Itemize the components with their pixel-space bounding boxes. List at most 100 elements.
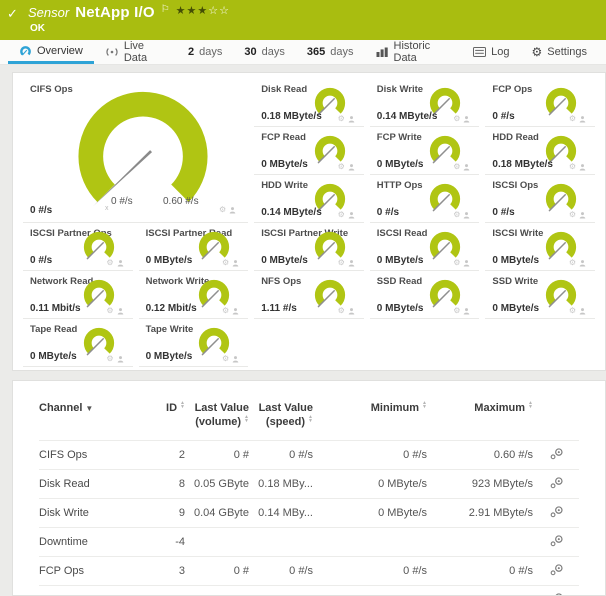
tab-bar: Overview Live Data 2 days 30 days 365 da…: [0, 40, 606, 65]
gauge-settings-icon[interactable]: ⚙: [222, 259, 229, 267]
channel-settings-icon[interactable]: [549, 505, 564, 518]
gauge-settings-icon[interactable]: ⚙: [222, 355, 229, 363]
tab-365-days[interactable]: 365 days: [296, 40, 365, 64]
person-icon[interactable]: [463, 163, 470, 171]
flag-icon[interactable]: ⚐: [161, 4, 170, 15]
gauge-settings-icon[interactable]: ⚙: [106, 259, 113, 267]
person-icon[interactable]: [463, 259, 470, 267]
channel-settings-icon[interactable]: [549, 563, 564, 576]
person-icon[interactable]: [579, 163, 586, 171]
gauge-tape-read[interactable]: Tape Read0 MByte/s⚙: [23, 319, 133, 367]
gauge-disk-write[interactable]: Disk Write0.14 MByte/s⚙: [370, 79, 480, 127]
gauge-settings-icon[interactable]: ⚙: [453, 307, 460, 315]
gauge-network-write[interactable]: Network Write0.12 Mbit/s⚙: [139, 271, 249, 319]
channel-name[interactable]: Disk Write: [39, 498, 157, 527]
person-icon[interactable]: [579, 211, 586, 219]
gauge-settings-icon[interactable]: ⚙: [338, 259, 345, 267]
gauge-settings-icon[interactable]: ⚙: [569, 259, 576, 267]
tab-log[interactable]: Log: [462, 40, 520, 64]
gauge-settings-icon[interactable]: ⚙: [453, 259, 460, 267]
gauge-settings-icon[interactable]: ⚙: [219, 206, 226, 214]
channel-settings-icon[interactable]: [549, 447, 564, 460]
person-icon[interactable]: [348, 211, 355, 219]
person-icon[interactable]: [232, 307, 239, 315]
col-header-last-value-speed[interactable]: Last Value (speed)▲▼: [249, 397, 313, 440]
gauge-iscsi-ops[interactable]: ISCSI Ops0 #/s⚙: [485, 175, 595, 223]
gauge-iscsi-write[interactable]: ISCSI Write0 MByte/s⚙: [485, 223, 595, 271]
gauge-settings-icon[interactable]: ⚙: [569, 163, 576, 171]
gauge-iscsi-partner-ops[interactable]: ISCSI Partner Ops0 #/s⚙: [23, 223, 133, 271]
gauge-fcp-read[interactable]: FCP Read0 MByte/s⚙: [254, 127, 364, 175]
gauge-hdd-read[interactable]: HDD Read0.18 MByte/s⚙: [485, 127, 595, 175]
person-icon[interactable]: [463, 115, 470, 123]
gauge-nfs-ops[interactable]: NFS Ops1.11 #/s⚙: [254, 271, 364, 319]
tab-live-data[interactable]: Live Data: [94, 40, 177, 64]
gauge-iscsi-partner-read[interactable]: ISCSI Partner Read0 MByte/s⚙: [139, 223, 249, 271]
gauge-iscsi-read[interactable]: ISCSI Read0 MByte/s⚙: [370, 223, 480, 271]
gauge-fcp-write[interactable]: FCP Write0 MByte/s⚙: [370, 127, 480, 175]
gauge-disk-read[interactable]: Disk Read0.18 MByte/s⚙: [254, 79, 364, 127]
person-icon[interactable]: [117, 355, 124, 363]
person-icon[interactable]: [229, 206, 236, 214]
person-icon[interactable]: [117, 307, 124, 315]
gauge-iscsi-partner-write[interactable]: ISCSI Partner Write0 MByte/s⚙: [254, 223, 364, 271]
channel-settings-icon[interactable]: [549, 534, 564, 547]
tab-label-number: 2: [188, 46, 194, 58]
person-icon[interactable]: [348, 115, 355, 123]
gauge-settings-icon[interactable]: ⚙: [338, 307, 345, 315]
person-icon[interactable]: [348, 307, 355, 315]
person-icon[interactable]: [117, 259, 124, 267]
channel-name[interactable]: FCP Ops: [39, 556, 157, 585]
gauge-settings-icon[interactable]: ⚙: [222, 307, 229, 315]
gauge-tape-write[interactable]: Tape Write0 MByte/s⚙: [139, 319, 249, 367]
gauge-settings-icon[interactable]: ⚙: [106, 355, 113, 363]
gauge-settings-icon[interactable]: ⚙: [569, 307, 576, 315]
gauge-cifs-ops[interactable]: CIFS Ops x 0 #/s 0 #/s 0.60 #/s ⚙: [23, 79, 248, 223]
person-icon[interactable]: [463, 211, 470, 219]
gauge-settings-icon[interactable]: ⚙: [569, 211, 576, 219]
person-icon[interactable]: [579, 259, 586, 267]
gauge-settings-icon[interactable]: ⚙: [338, 211, 345, 219]
person-icon[interactable]: [463, 307, 470, 315]
tab-30-days[interactable]: 30 days: [233, 40, 296, 64]
person-icon[interactable]: [232, 355, 239, 363]
gauge-hdd-write[interactable]: HDD Write0.14 MByte/s⚙: [254, 175, 364, 223]
tab-2-days[interactable]: 2 days: [177, 40, 233, 64]
channel-name[interactable]: Disk Read: [39, 469, 157, 498]
channel-settings-icon[interactable]: [549, 476, 564, 489]
person-icon[interactable]: [348, 259, 355, 267]
gauge-settings-icon[interactable]: ⚙: [453, 163, 460, 171]
tab-overview[interactable]: Overview: [8, 40, 94, 64]
person-icon[interactable]: [579, 115, 586, 123]
col-header-id[interactable]: ID▲▼: [157, 397, 185, 440]
gauge-ssd-read[interactable]: SSD Read0 MByte/s⚙: [370, 271, 480, 319]
col-header-channel[interactable]: Channel▼: [39, 397, 157, 440]
gauge-settings-icon[interactable]: ⚙: [338, 163, 345, 171]
gauge-settings-icon[interactable]: ⚙: [569, 115, 576, 123]
person-icon[interactable]: [579, 307, 586, 315]
channel-name[interactable]: Downtime: [39, 527, 157, 556]
col-header-minimum[interactable]: Minimum▲▼: [313, 397, 427, 440]
col-header-maximum[interactable]: Maximum▲▼: [427, 397, 533, 440]
gauge-fcp-ops[interactable]: FCP Ops0 #/s⚙: [485, 79, 595, 127]
status-check-icon: ✓: [7, 6, 18, 22]
gauge-settings-icon[interactable]: ⚙: [453, 211, 460, 219]
channel-settings-icon[interactable]: [549, 592, 564, 596]
channel-name[interactable]: CIFS Ops: [39, 440, 157, 469]
tab-historic-data[interactable]: Historic Data: [365, 40, 463, 64]
col-header-last-value-volume[interactable]: Last Value (volume)▲▼: [185, 397, 249, 440]
tab-label: days: [262, 46, 285, 58]
gauge-settings-icon[interactable]: ⚙: [453, 115, 460, 123]
person-icon[interactable]: [232, 259, 239, 267]
channel-id: -4: [157, 527, 185, 556]
channel-name[interactable]: FCP Read: [39, 585, 157, 596]
gauge-ssd-write[interactable]: SSD Write0 MByte/s⚙: [485, 271, 595, 319]
gauge-value: 0 MByte/s: [492, 255, 539, 266]
gauge-settings-icon[interactable]: ⚙: [338, 115, 345, 123]
priority-stars[interactable]: ★★★☆☆: [176, 4, 230, 17]
gauge-settings-icon[interactable]: ⚙: [106, 307, 113, 315]
tab-settings[interactable]: ⚙ Settings: [520, 40, 598, 64]
gauge-network-read[interactable]: Network Read0.11 Mbit/s⚙: [23, 271, 133, 319]
gauge-http-ops[interactable]: HTTP Ops0 #/s⚙: [370, 175, 480, 223]
person-icon[interactable]: [348, 163, 355, 171]
